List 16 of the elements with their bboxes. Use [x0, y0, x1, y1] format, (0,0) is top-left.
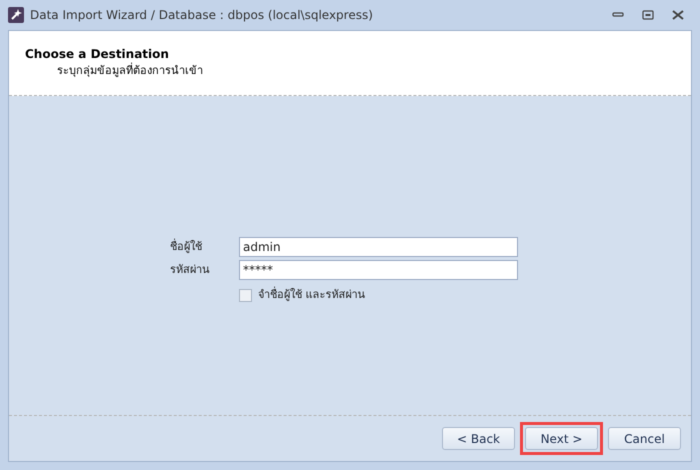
- input-field[interactable]: *****: [239, 260, 518, 280]
- input-field[interactable]: admin: [239, 237, 518, 258]
- checkbox-label: จำชื่อผู้ใช้ และรหัสผ่าน: [258, 287, 366, 304]
- page-title: Choose a Destination: [25, 46, 170, 62]
- field-label: ชื่อผู้ใช้: [170, 239, 203, 255]
- wand-app-icon: [8, 7, 24, 23]
- close-icon[interactable]: [672, 10, 684, 20]
- window-title: Data Import Wizard / Database : dbpos (local\sqlexpress): [30, 7, 373, 24]
- field-label: รหัสผ่าน: [170, 262, 211, 278]
- maximize-icon[interactable]: [642, 10, 654, 20]
- minimize-icon[interactable]: [612, 12, 624, 18]
- wizard-button[interactable]: Next >: [525, 427, 598, 450]
- wizard-button[interactable]: < Back: [442, 427, 515, 450]
- page-subtitle: ระบุกลุ่มข้อมูลที่ต้องการนำเข้า: [57, 63, 204, 79]
- checkbox[interactable]: [239, 289, 252, 302]
- wizard-button[interactable]: Cancel: [608, 427, 681, 450]
